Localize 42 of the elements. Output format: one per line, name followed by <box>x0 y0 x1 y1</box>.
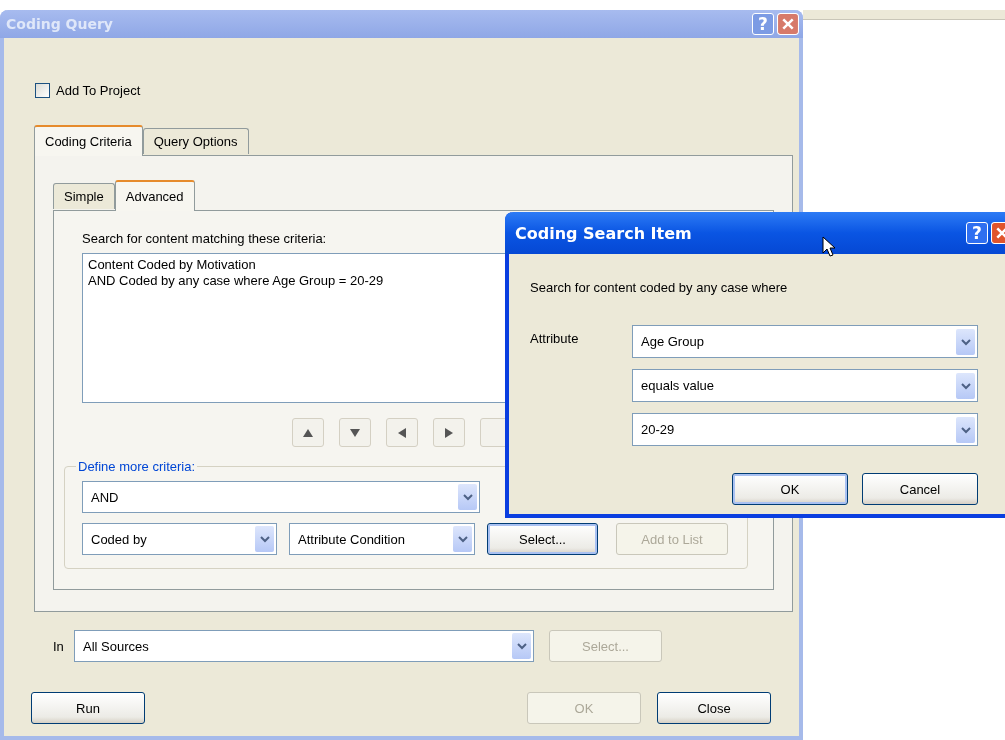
help-button[interactable]: ? <box>966 222 988 244</box>
chevron-down-icon <box>462 493 473 501</box>
group-legend: Define more criteria: <box>76 459 198 474</box>
coding-dropdown[interactable]: Coded by <box>82 523 277 555</box>
ok-button[interactable]: OK <box>732 473 848 505</box>
chevron-down-icon <box>960 337 971 346</box>
move-down-button[interactable] <box>339 418 371 447</box>
source-dropdown[interactable]: All Sources <box>74 630 534 662</box>
criteria-line: Content Coded by Motivation <box>88 257 256 273</box>
chevron-down-icon <box>960 381 971 390</box>
triangle-right-icon <box>443 426 455 439</box>
tab[interactable]: Query Options <box>142 128 249 154</box>
window-title: Coding Search Item <box>514 223 693 243</box>
move-up-button[interactable] <box>292 418 324 447</box>
triangle-left-icon <box>396 426 408 439</box>
triangle-down-icon <box>349 426 361 439</box>
attribute-label: Attribute <box>530 330 580 348</box>
cursor-icon <box>822 236 836 258</box>
chevron-down-icon <box>457 535 468 543</box>
checkbox[interactable] <box>35 82 50 98</box>
move-left-button[interactable] <box>386 418 418 447</box>
criteria-label: Search for content matching these criteria: <box>82 231 327 247</box>
chevron-down-icon <box>516 642 527 650</box>
cancel-button[interactable]: Cancel <box>862 473 978 505</box>
attribute-dropdown[interactable]: 20-29 <box>632 413 978 446</box>
chevron-down-icon <box>960 425 971 434</box>
attribute-dropdown[interactable]: Age Group <box>632 325 978 358</box>
operator-dropdown[interactable]: AND <box>82 481 480 513</box>
chevron-down-icon <box>259 535 270 543</box>
window-title: Coding Query <box>6 16 114 32</box>
checkbox-label: Add To Project <box>56 82 141 98</box>
in-label: In <box>53 638 65 654</box>
move-right-button[interactable] <box>433 418 465 447</box>
close-button[interactable]: Close <box>657 692 771 724</box>
tab[interactable]: Coding Criteria <box>34 125 143 156</box>
tab[interactable]: Simple <box>53 183 115 209</box>
criteria-line: AND Coded by any case where Age Group = 20-29 <box>88 273 384 289</box>
select-button[interactable]: Select... <box>487 523 598 555</box>
tab[interactable]: Advanced <box>114 180 195 211</box>
run-button[interactable]: Run <box>31 692 145 724</box>
condition-dropdown[interactable]: Attribute Condition <box>289 523 475 555</box>
attribute-dropdown[interactable]: equals value <box>632 369 978 402</box>
